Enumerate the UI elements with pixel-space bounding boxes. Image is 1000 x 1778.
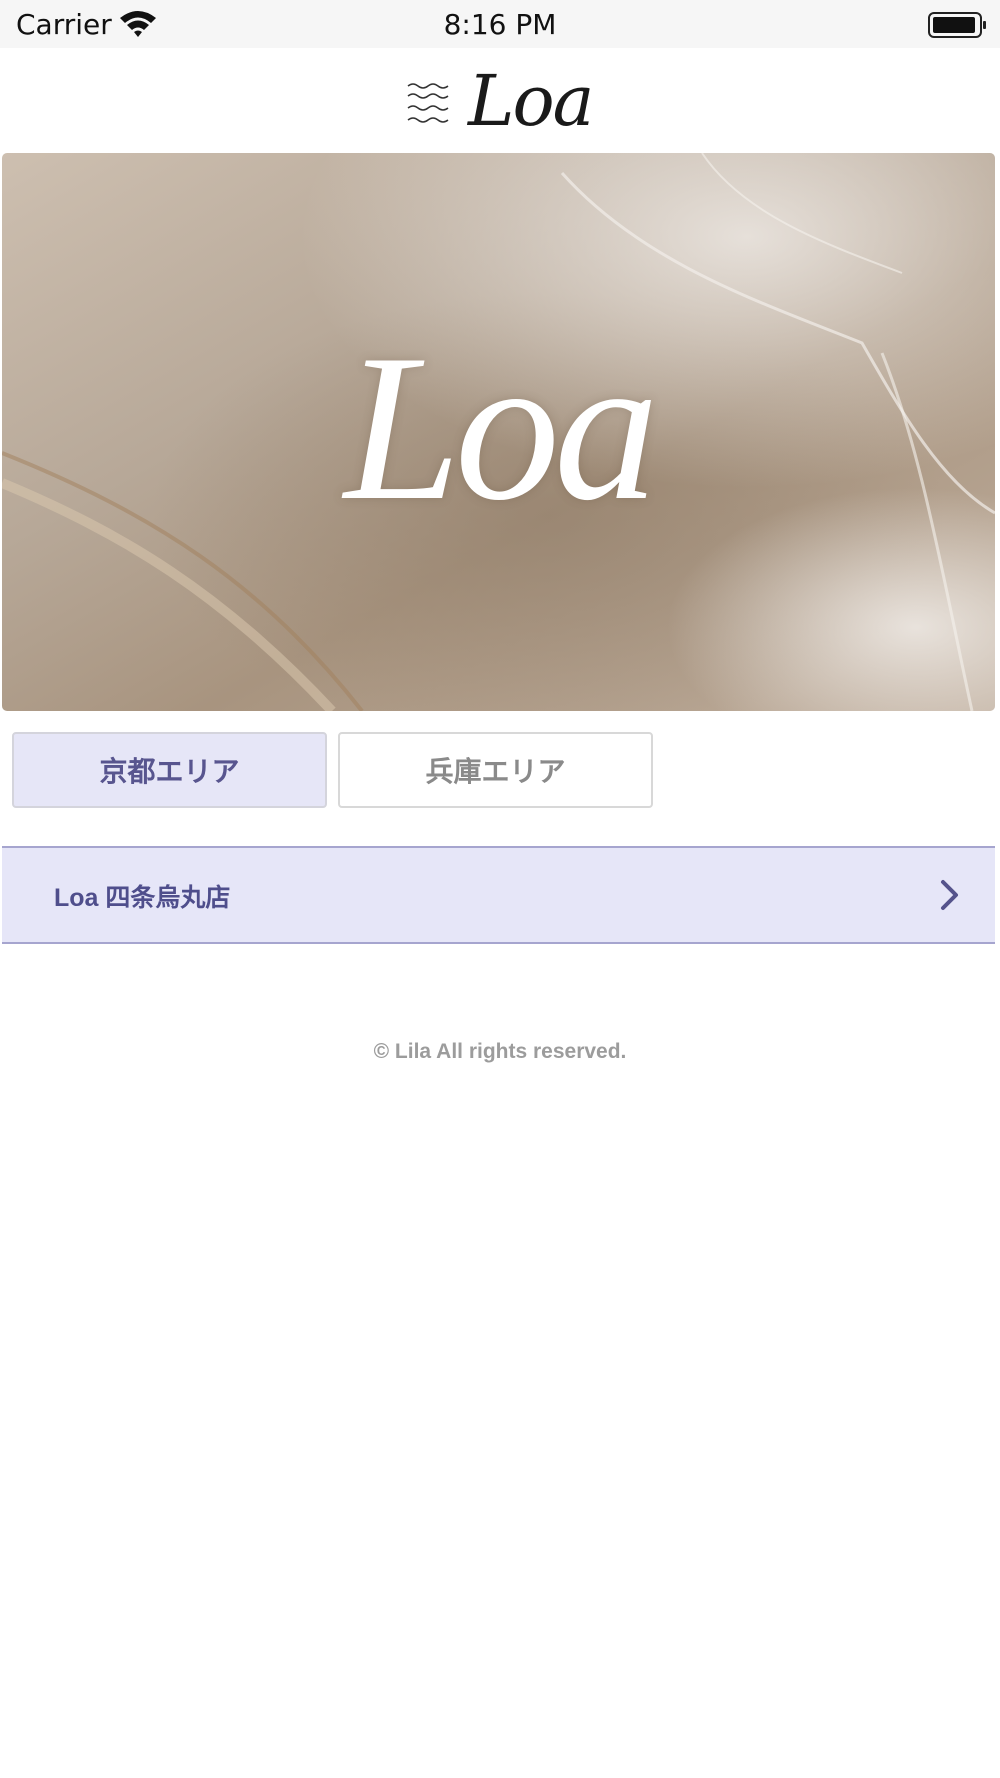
tab-hyogo-area[interactable]: 兵庫エリア bbox=[338, 732, 653, 808]
status-time: 8:16 PM bbox=[443, 8, 557, 41]
hero-title: Loa bbox=[344, 312, 659, 544]
status-bar: Carrier 8:16 PM bbox=[0, 0, 1000, 48]
tab-label: 兵庫エリア bbox=[425, 755, 566, 788]
store-list-item[interactable]: Loa 四条烏丸店 bbox=[2, 846, 995, 944]
hero-banner: Loa bbox=[2, 153, 995, 711]
chevron-right-icon bbox=[939, 878, 961, 916]
store-name: Loa 四条烏丸店 bbox=[54, 884, 231, 912]
footer-copyright: © Lila All rights reserved. bbox=[373, 1040, 627, 1063]
app-header: Loa bbox=[0, 48, 1000, 152]
tab-label: 京都エリア bbox=[99, 755, 240, 788]
app-logo: Loa bbox=[468, 60, 594, 142]
tab-kyoto-area[interactable]: 京都エリア bbox=[12, 732, 327, 808]
waves-icon bbox=[406, 80, 450, 130]
battery-icon bbox=[928, 11, 988, 43]
